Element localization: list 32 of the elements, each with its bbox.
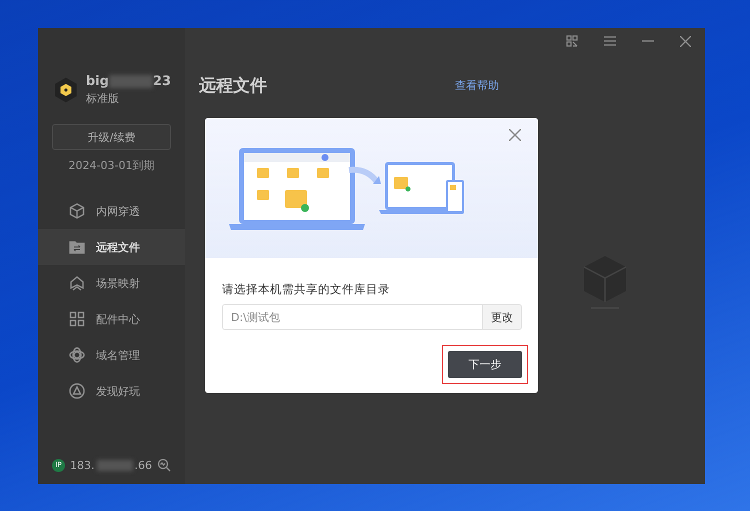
cube-icon [68,202,86,220]
change-button[interactable]: 更改 [482,304,522,330]
username-end: 23 [152,74,171,89]
minimize-icon[interactable] [642,40,654,42]
ip-address-start: 183. [70,458,94,472]
sidebar-item[interactable]: 发现好玩 [38,373,185,409]
sidebar-item[interactable]: 内网穿透 [38,193,185,229]
upgrade-button[interactable]: 升级/续费 [52,124,171,150]
grid-icon [68,310,86,328]
orbit-icon [68,346,86,364]
page-title: 远程文件 [199,75,267,97]
expiry-date: 2024-03-01到期 [68,158,156,173]
ip-address-end: .66 [134,458,152,472]
next-button[interactable]: 下一步 [448,351,522,378]
close-icon[interactable] [509,129,521,141]
menu-icon[interactable] [604,36,616,46]
prompt-label: 请选择本机需共享的文件库目录 [222,282,391,297]
sidebar-item[interactable]: 域名管理 [38,337,185,373]
sidebar-item[interactable]: 远程文件 [38,229,185,265]
path-field[interactable]: D:\测试包 [222,304,482,330]
redaction-block [96,460,132,470]
house-icon [68,274,86,292]
redaction-block [108,75,153,88]
apps-icon[interactable] [566,35,578,47]
sidebar-item[interactable]: 场景映射 [38,265,185,301]
help-link[interactable]: 查看帮助 [455,78,499,93]
edition-label: 标准版 [86,91,120,106]
search-icon[interactable] [157,458,171,472]
cube-icon [582,254,628,310]
username-start: big [86,74,109,89]
sidebar-item[interactable]: 配件中心 [38,301,185,337]
close-icon[interactable] [680,36,691,46]
